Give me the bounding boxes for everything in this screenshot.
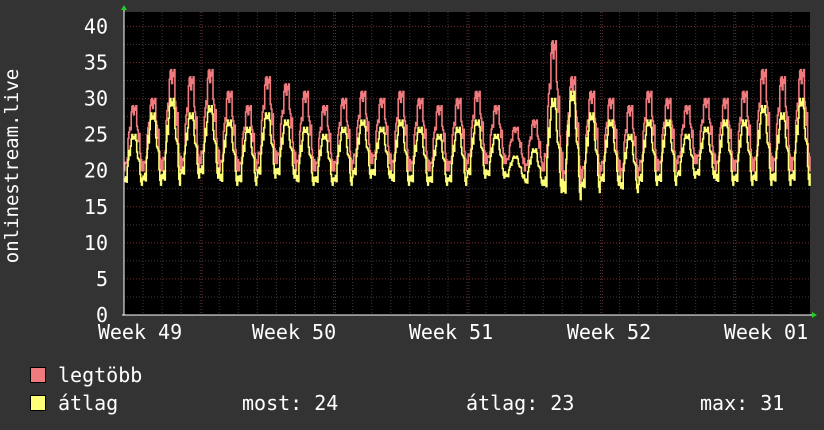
y-tick-label: 5 <box>96 267 108 291</box>
legend-label-avg: átlag <box>58 391 119 415</box>
y-tick-label: 15 <box>84 195 108 219</box>
y-tick-label: 25 <box>84 123 108 147</box>
y-tick-label: 35 <box>84 51 108 75</box>
y-tick-label: 30 <box>84 87 108 111</box>
stat-now: most: 24 <box>242 391 339 415</box>
x-tick-label: Week 51 <box>409 320 493 344</box>
y-tick-label: 20 <box>84 159 108 183</box>
legend-row-max: legtöbb <box>30 364 142 386</box>
x-tick-label: Week 50 <box>252 320 336 344</box>
x-tick-label: Week 01 <box>724 320 808 344</box>
y-tick-label: 40 <box>84 14 108 38</box>
legend-swatch-max <box>30 367 46 383</box>
x-axis-arrow <box>812 312 817 318</box>
y-tick-label: 10 <box>84 231 108 255</box>
stat-average: átlag: 23 <box>466 391 575 415</box>
line-chart: 0510152025303540Week 49 Week 50 Week 51 Wee… <box>1 5 817 344</box>
x-tick-label: Week 49 <box>98 320 182 344</box>
stat-max: max: 31 <box>700 391 785 415</box>
y-axis-title: onlinestream.live <box>1 69 23 263</box>
y-axis-arrow <box>121 5 127 10</box>
x-tick-label: Week 52 <box>567 320 651 344</box>
legend-label-max: legtöbb <box>58 363 143 387</box>
legend-row-avg: átlag most: 24 átlag: 23 max: 31 <box>30 392 810 414</box>
legend-swatch-avg <box>30 395 46 411</box>
